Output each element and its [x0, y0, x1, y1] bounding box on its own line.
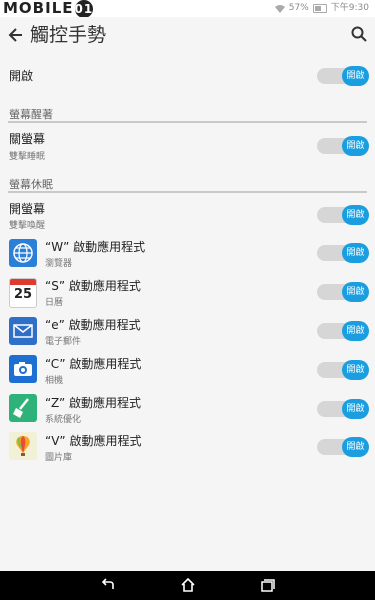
- navigation-bar: [0, 571, 375, 600]
- screen-on-sub: 雙擊喚醒: [9, 221, 46, 231]
- search-icon[interactable]: [351, 26, 367, 42]
- gesture-v-toggle[interactable]: 開啟: [317, 437, 369, 457]
- section-divider: [8, 191, 367, 193]
- screen-on-label: 開螢幕: [9, 202, 46, 216]
- broom-icon: [9, 394, 37, 422]
- recent-apps-nav-icon[interactable]: [259, 577, 275, 593]
- toggle-knob: 開啟: [342, 136, 369, 156]
- toggle-knob: 開啟: [342, 437, 369, 457]
- battery-icon: [312, 4, 327, 13]
- back-nav-icon[interactable]: [100, 577, 116, 593]
- section-header-sleep: 螢幕休眠: [9, 178, 53, 191]
- gesture-w-toggle[interactable]: 開啟: [317, 243, 369, 263]
- camera-icon: [9, 355, 37, 383]
- toggle-knob: 開啟: [342, 321, 369, 341]
- watermark-logo: MOBILE01: [3, 0, 94, 18]
- status-right: 57% 下午9:30: [274, 0, 369, 17]
- screen-on-toggle[interactable]: 開啟: [317, 205, 369, 225]
- toggle-knob: 開啟: [342, 205, 369, 225]
- toggle-knob: 開啟: [342, 360, 369, 380]
- clock: 下午9:30: [330, 3, 369, 13]
- app-gesture-label: “e” 啟動應用程式: [45, 318, 141, 332]
- app-gesture-label: “S” 啟動應用程式: [45, 279, 141, 293]
- toggle-knob: 開啟: [342, 282, 369, 302]
- back-arrow-icon[interactable]: [8, 25, 24, 45]
- screen-off-sub: 雙擊睡眠: [9, 152, 46, 162]
- app-gesture-sub: 圖片庫: [45, 453, 73, 463]
- gesture-c-toggle[interactable]: 開啟: [317, 360, 369, 380]
- app-gesture-label: “C” 啟動應用程式: [45, 357, 142, 371]
- toggle-knob: 開啟: [342, 66, 369, 86]
- toggle-knob: 開啟: [342, 399, 369, 419]
- app-gesture-sub: 電子郵件: [45, 337, 82, 347]
- app-gesture-label: “Z” 啟動應用程式: [45, 396, 142, 410]
- status-bar: MOBILE01 57% 下午9:30: [0, 0, 375, 18]
- app-gesture-sub: 日曆: [45, 298, 64, 308]
- gesture-s-toggle[interactable]: 開啟: [317, 282, 369, 302]
- email-envelope-icon: [9, 317, 37, 345]
- gesture-z-toggle[interactable]: 開啟: [317, 399, 369, 419]
- master-toggle[interactable]: 開啟: [317, 66, 369, 86]
- app-gesture-sub: 系統優化: [45, 415, 82, 425]
- calendar-icon: 25: [9, 278, 37, 308]
- home-nav-icon[interactable]: [180, 577, 196, 593]
- browser-globe-icon: [9, 239, 37, 267]
- gallery-balloon-icon: [9, 432, 37, 460]
- app-gesture-label: “W” 啟動應用程式: [45, 240, 146, 254]
- app-gesture-label: “V” 啟動應用程式: [45, 434, 142, 448]
- page-title: 觸控手勢: [30, 24, 107, 46]
- app-gesture-sub: 瀏覽器: [45, 259, 73, 269]
- wifi-icon: [274, 4, 285, 13]
- master-label: 開啟: [9, 69, 34, 83]
- section-divider: [8, 121, 367, 123]
- section-header-wake: 螢幕醒著: [9, 108, 53, 121]
- toggle-knob: 開啟: [342, 243, 369, 263]
- screen-off-label: 關螢幕: [9, 132, 46, 146]
- app-gesture-sub: 相機: [45, 376, 64, 386]
- app-bar: 觸控手勢: [0, 17, 375, 55]
- gesture-e-toggle[interactable]: 開啟: [317, 321, 369, 341]
- battery-percent: 57%: [288, 3, 309, 13]
- screen-off-toggle[interactable]: 開啟: [317, 136, 369, 156]
